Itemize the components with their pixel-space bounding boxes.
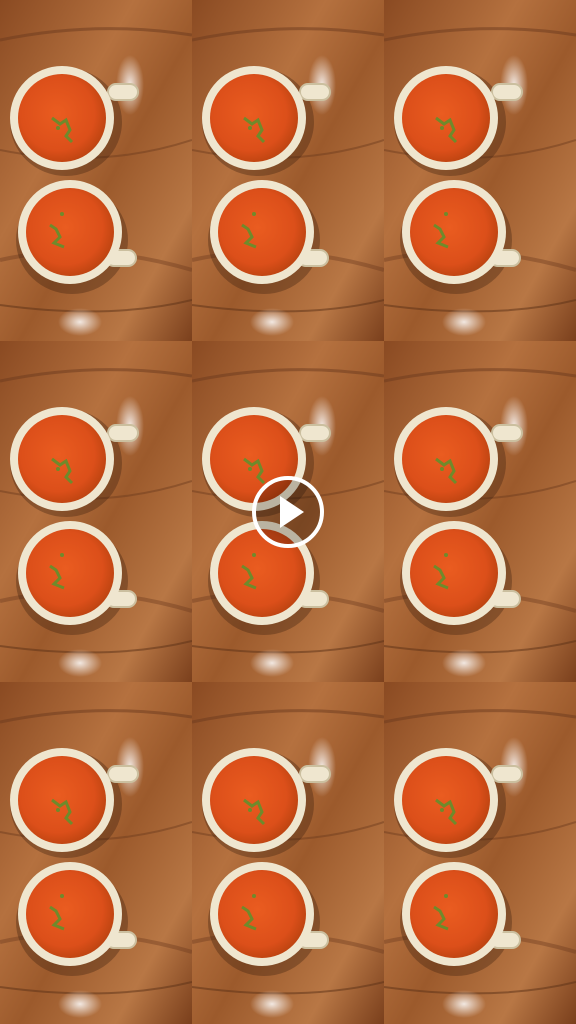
video-tile	[0, 0, 192, 341]
video-tile	[192, 0, 384, 341]
video-player[interactable]	[0, 0, 576, 1024]
video-tile	[0, 341, 192, 682]
play-icon	[280, 496, 304, 528]
video-tile	[384, 682, 576, 1024]
video-tile	[384, 0, 576, 341]
video-tile	[0, 682, 192, 1024]
play-button[interactable]	[252, 476, 324, 548]
video-tile	[384, 341, 576, 682]
video-tile	[192, 682, 384, 1024]
